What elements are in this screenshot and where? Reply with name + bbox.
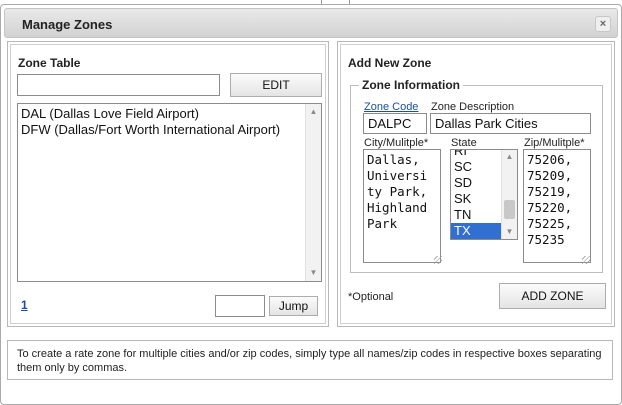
zone-list[interactable]: DAL (Dallas Love Field Airport) DFW (Dal…: [17, 103, 322, 282]
city-label: City/Mulitple*: [364, 137, 429, 149]
zip-label: Zip/Mulitple*: [524, 137, 585, 149]
dialog-titlebar[interactable]: Manage Zones ×: [4, 8, 618, 38]
close-icon[interactable]: ×: [595, 16, 611, 32]
jump-button[interactable]: Jump: [269, 296, 318, 316]
state-scrollbar[interactable]: ▲ ▼: [501, 150, 517, 239]
jump-input[interactable]: [215, 295, 265, 317]
list-item[interactable]: DFW (Dallas/Fort Worth International Air…: [18, 122, 321, 138]
help-note-box: To create a rate zone for multiple citie…: [7, 340, 613, 380]
add-zone-panel: Add New Zone Zone Information Zone Code …: [337, 41, 615, 327]
zone-description-input[interactable]: [430, 113, 591, 134]
zone-description-label: Zone Description: [431, 101, 515, 113]
city-textarea[interactable]: Dallas, Universi ty Park, Highland Park: [363, 149, 441, 263]
chevron-up-icon[interactable]: ▲: [306, 105, 321, 119]
zone-code-label[interactable]: Zone Code: [364, 101, 418, 113]
zone-code-input[interactable]: [363, 113, 427, 134]
optional-note: *Optional: [348, 291, 394, 303]
zone-list-scrollbar[interactable]: ▲ ▼: [305, 104, 321, 281]
zone-search-input[interactable]: [17, 74, 220, 96]
list-item[interactable]: DAL (Dallas Love Field Airport): [18, 106, 321, 122]
scroll-thumb[interactable]: [504, 200, 515, 219]
zone-information-legend: Zone Information: [359, 78, 463, 92]
resize-grip-icon[interactable]: [434, 256, 442, 264]
page-link[interactable]: 1: [21, 298, 28, 312]
zone-table-heading: Zone Table: [18, 56, 81, 70]
zone-information-group: Zone Information Zone Code Zone Descript…: [350, 78, 603, 273]
chevron-up-icon[interactable]: ▲: [502, 150, 517, 164]
state-label: State: [451, 137, 477, 149]
edit-button[interactable]: EDIT: [230, 73, 322, 97]
resize-grip-icon[interactable]: [582, 256, 590, 264]
chevron-down-icon[interactable]: ▼: [306, 266, 321, 280]
add-zone-heading: Add New Zone: [348, 56, 432, 70]
zone-table-panel: Zone Table EDIT DAL (Dallas Love Field A…: [7, 41, 329, 327]
zip-textarea[interactable]: 75206, 75209, 75219, 75220, 75225, 75235: [523, 149, 591, 263]
help-note-text: To create a rate zone for multiple citie…: [17, 348, 602, 374]
chevron-down-icon[interactable]: ▼: [502, 225, 517, 239]
dialog-title: Manage Zones: [22, 17, 113, 32]
state-select[interactable]: RI SC SD SK TN TX ▲ ▼: [450, 149, 518, 240]
manage-zones-dialog: Manage Zones × Zone Table EDIT DAL (Dall…: [0, 4, 622, 405]
add-zone-button[interactable]: ADD ZONE: [499, 283, 606, 309]
